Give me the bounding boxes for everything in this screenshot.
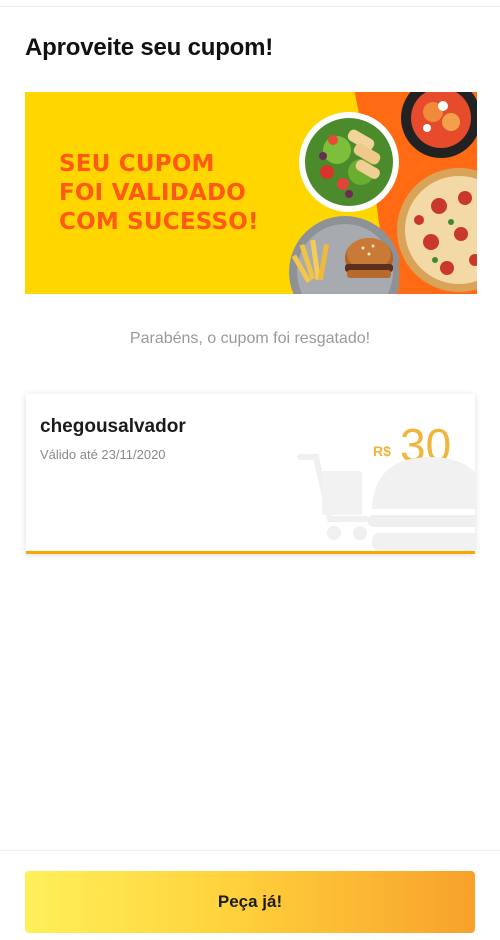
banner-headline: SEU CUPOM FOI VALIDADO COM SUCESSO! — [59, 150, 259, 237]
coupon-card: chegousalvador Válido até 23/11/2020 R$ … — [26, 394, 475, 554]
shopping-cart-burger-icon — [297, 454, 475, 551]
pizza-image — [397, 168, 477, 292]
banner-headline-line-3: COM SUCESSO! — [59, 209, 259, 235]
top-divider — [0, 6, 500, 7]
success-message: Parabéns, o cupom foi resgatado! — [129, 330, 371, 347]
coupon-validity: Válido até 23/11/2020 — [40, 447, 166, 462]
burger-fries-image — [289, 216, 399, 294]
order-now-button[interactable]: Peça já! — [25, 871, 475, 933]
banner-headline-line-2: FOI VALIDADO — [59, 180, 247, 206]
pasta-bowl-image — [401, 92, 477, 158]
banner-headline-line-1: SEU CUPOM — [59, 151, 215, 177]
page-title: Aproveite seu cupom! — [25, 34, 274, 61]
promo-banner: SEU CUPOM FOI VALIDADO COM SUCESSO! — [25, 92, 477, 294]
coupon-code: chegousalvador — [40, 416, 186, 437]
salad-bowl-image — [299, 112, 399, 212]
bottom-divider — [0, 850, 500, 851]
